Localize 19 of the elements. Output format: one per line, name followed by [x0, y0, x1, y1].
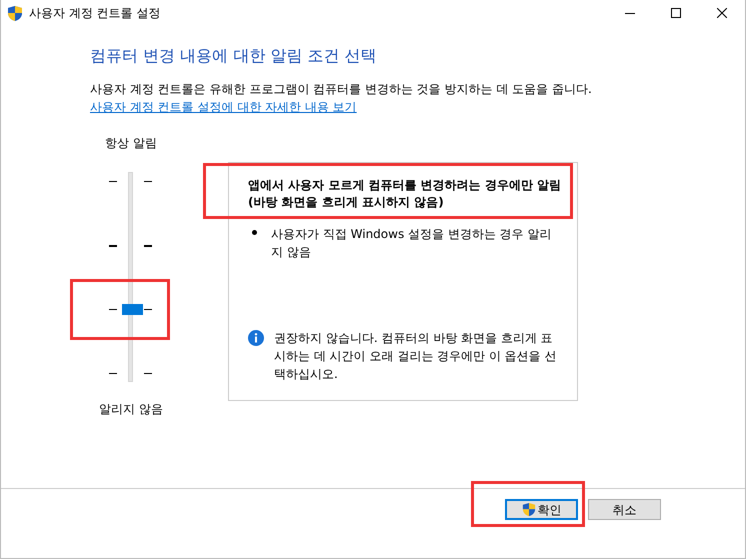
slider-top-label: 항상 알림: [105, 135, 157, 152]
cancel-button[interactable]: 취소: [588, 499, 661, 520]
ok-button[interactable]: 확인: [505, 499, 578, 520]
maximize-icon: [671, 8, 681, 18]
shield-icon: [522, 502, 536, 517]
shield-icon: [7, 4, 23, 22]
slider-thumb[interactable]: [122, 304, 143, 315]
minimize-icon: [625, 12, 635, 14]
description-text: 사용자 계정 컨트롤은 유해한 프로그램이 컴퓨터를 변경하는 것을 방지하는 데 도움을 줍니다.: [90, 81, 593, 98]
page-heading: 컴퓨터 변경 내용에 대한 알림 조건 선택: [90, 45, 378, 67]
info-icon: [248, 330, 264, 346]
slider-bottom-label: 알리지 않음: [99, 401, 163, 418]
bullet-icon: [252, 230, 257, 235]
close-icon: [717, 8, 727, 18]
warning-note: 권장하지 않습니다. 컴퓨터의 바탕 화면을 흐리게 표시하는 데 시간이 오래 걸리는 경우에만 이 옵션을 선택하십시오.: [274, 330, 558, 383]
help-link[interactable]: 사용자 계정 컨트롤 설정에 대한 자세한 내용 보기: [90, 100, 357, 114]
option-title: 앱에서 사용자 모르게 컴퓨터를 변경하려는 경우에만 알림 (바탕 화면을 흐리게 표시하지 않음): [248, 177, 562, 211]
window-title: 사용자 계정 컨트롤 설정: [29, 5, 160, 22]
bullet-text: 사용자가 직접 Windows 설정을 변경하는 경우 알리지 않음: [271, 226, 552, 261]
